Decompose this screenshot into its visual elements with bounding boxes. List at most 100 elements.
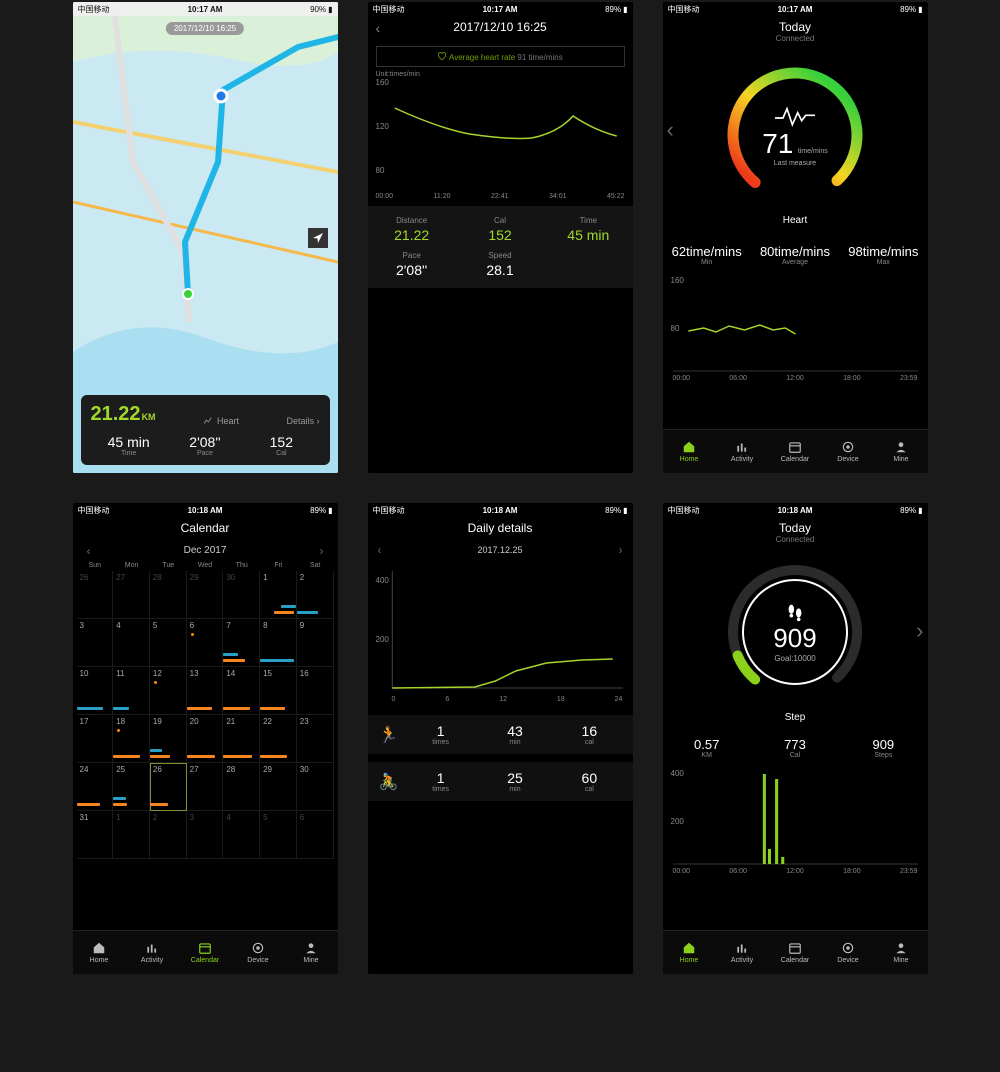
tab-activity[interactable]: Activity bbox=[716, 931, 769, 974]
tab-bar: Home Activity Calendar Device Mine bbox=[663, 429, 928, 473]
tab-device[interactable]: Device bbox=[822, 430, 875, 473]
calendar-grid: 2627282930123456789101112131415161718192… bbox=[77, 571, 334, 859]
battery-pct: 90% bbox=[310, 5, 326, 14]
calendar-day[interactable]: 31 bbox=[77, 811, 114, 859]
stat-time: 45 minTime bbox=[91, 434, 167, 457]
calendar-day[interactable]: 8 bbox=[260, 619, 297, 667]
calendar-day[interactable]: 1 bbox=[113, 811, 150, 859]
calendar-day[interactable]: 9 bbox=[297, 619, 334, 667]
calendar-day[interactable]: 2 bbox=[297, 571, 334, 619]
tab-calendar[interactable]: Calendar bbox=[769, 430, 822, 473]
prev-month[interactable]: ‹ bbox=[87, 544, 91, 558]
prev-arrow[interactable]: ‹ bbox=[667, 117, 674, 143]
calendar-day[interactable]: 10 bbox=[77, 667, 114, 715]
device-icon bbox=[841, 440, 855, 454]
m-cal: Cal152 bbox=[456, 212, 544, 247]
calendar-day[interactable]: 20 bbox=[187, 715, 224, 763]
calendar-day[interactable]: 26 bbox=[77, 571, 114, 619]
calendar-day[interactable]: 18 bbox=[113, 715, 150, 763]
calendar-day[interactable]: 27 bbox=[187, 763, 224, 811]
calendar-day[interactable]: 15 bbox=[260, 667, 297, 715]
m-pace: Pace2'08'' bbox=[368, 247, 456, 282]
calendar-day[interactable]: 23 bbox=[297, 715, 334, 763]
metrics-panel: Distance21.22 Cal152 Time45 min Pace2'08… bbox=[368, 206, 633, 288]
calendar-day[interactable]: 22 bbox=[260, 715, 297, 763]
calendar-day[interactable]: 13 bbox=[187, 667, 224, 715]
calendar-day[interactable]: 27 bbox=[113, 571, 150, 619]
calendar-day[interactable]: 4 bbox=[223, 811, 260, 859]
unit-label: Unit:times/min bbox=[368, 71, 633, 78]
stat-max: 98time/minsMax bbox=[839, 244, 927, 266]
calendar-day[interactable]: 30 bbox=[223, 571, 260, 619]
header: ‹ 2017/12/10 16:25 bbox=[368, 16, 633, 40]
tab-calendar[interactable]: Calendar bbox=[179, 931, 232, 974]
tab-mine[interactable]: Mine bbox=[875, 430, 928, 473]
tab-mine[interactable]: Mine bbox=[875, 931, 928, 974]
tab-activity[interactable]: Activity bbox=[126, 931, 179, 974]
calendar-day[interactable]: 5 bbox=[150, 619, 187, 667]
date-picker: ‹ 2017.12.25 › bbox=[368, 541, 633, 559]
calendar-day[interactable]: 3 bbox=[77, 619, 114, 667]
calendar-day[interactable]: 25 bbox=[113, 763, 150, 811]
heart-gauge[interactable]: 71 time/mins Last measure bbox=[715, 55, 875, 215]
next-day[interactable]: › bbox=[619, 543, 623, 557]
step-gauge[interactable]: 909 Goal:10000 bbox=[715, 552, 875, 712]
m-time: Time45 min bbox=[544, 212, 632, 247]
tab-activity[interactable]: Activity bbox=[716, 430, 769, 473]
calendar-day[interactable]: 2 bbox=[150, 811, 187, 859]
calendar-day[interactable]: 29 bbox=[260, 763, 297, 811]
stat-avg: 80time/minsAverage bbox=[751, 244, 839, 266]
page-title: Daily details bbox=[468, 521, 533, 535]
calendar-day[interactable]: 1 bbox=[260, 571, 297, 619]
tab-mine[interactable]: Mine bbox=[285, 931, 338, 974]
daily-chart: 400 200 06121824 bbox=[378, 563, 623, 693]
calendar-day[interactable]: 19 bbox=[150, 715, 187, 763]
page-title: Calendar bbox=[181, 521, 230, 535]
prev-day[interactable]: ‹ bbox=[378, 543, 382, 557]
next-arrow[interactable]: › bbox=[916, 618, 923, 644]
calendar-day[interactable]: 5 bbox=[260, 811, 297, 859]
calendar-day[interactable]: 6 bbox=[187, 619, 224, 667]
page-title: 2017/12/10 16:25 bbox=[453, 20, 546, 34]
calendar-day[interactable]: 24 bbox=[77, 763, 114, 811]
clock: 10:17 AM bbox=[483, 5, 518, 14]
calendar-day[interactable]: 7 bbox=[223, 619, 260, 667]
step-stats: 0.57KM 773Cal 909Steps bbox=[663, 737, 928, 759]
calendar-day[interactable]: 26 bbox=[150, 763, 187, 811]
tab-device[interactable]: Device bbox=[822, 931, 875, 974]
calendar-day[interactable]: 16 bbox=[297, 667, 334, 715]
footsteps-icon bbox=[784, 601, 806, 623]
steps-bar-chart: 400 200 00:0006:0012:0018:0023:59 bbox=[673, 769, 918, 865]
home-icon bbox=[682, 440, 696, 454]
weekday-row: SunMonTueWedThuFriSat bbox=[77, 560, 334, 571]
calendar-day[interactable]: 6 bbox=[297, 811, 334, 859]
calendar-day[interactable]: 30 bbox=[297, 763, 334, 811]
page-title: Today bbox=[663, 20, 928, 34]
calendar-day[interactable]: 29 bbox=[187, 571, 224, 619]
calendar-day[interactable]: 12 bbox=[150, 667, 187, 715]
next-month[interactable]: › bbox=[320, 544, 324, 558]
summary-card: 21.22KM Heart Details › 45 minTime 2'08'… bbox=[81, 395, 330, 465]
tab-calendar[interactable]: Calendar bbox=[769, 931, 822, 974]
calendar-day[interactable]: 11 bbox=[113, 667, 150, 715]
activity-bike[interactable]: 🚴 1times 25min 60cal bbox=[368, 762, 633, 801]
locate-button[interactable] bbox=[308, 228, 328, 248]
header: Today Connected bbox=[663, 16, 928, 49]
heart-link[interactable]: Heart bbox=[203, 416, 239, 426]
tab-home[interactable]: Home bbox=[663, 430, 716, 473]
details-link[interactable]: Details › bbox=[286, 416, 319, 426]
tab-bar: Home Activity Calendar Device Mine bbox=[73, 930, 338, 974]
calendar-day[interactable]: 17 bbox=[77, 715, 114, 763]
carrier: 中国移动 bbox=[373, 4, 405, 15]
tab-device[interactable]: Device bbox=[232, 931, 285, 974]
calendar-day[interactable]: 21 bbox=[223, 715, 260, 763]
calendar-day[interactable]: 28 bbox=[223, 763, 260, 811]
tab-home[interactable]: Home bbox=[73, 931, 126, 974]
calendar-day[interactable]: 28 bbox=[150, 571, 187, 619]
back-button[interactable]: ‹ bbox=[376, 20, 381, 36]
tab-home[interactable]: Home bbox=[663, 931, 716, 974]
activity-run[interactable]: 🏃 1times 43min 16cal bbox=[368, 715, 633, 754]
calendar-day[interactable]: 14 bbox=[223, 667, 260, 715]
calendar-day[interactable]: 4 bbox=[113, 619, 150, 667]
calendar-day[interactable]: 3 bbox=[187, 811, 224, 859]
